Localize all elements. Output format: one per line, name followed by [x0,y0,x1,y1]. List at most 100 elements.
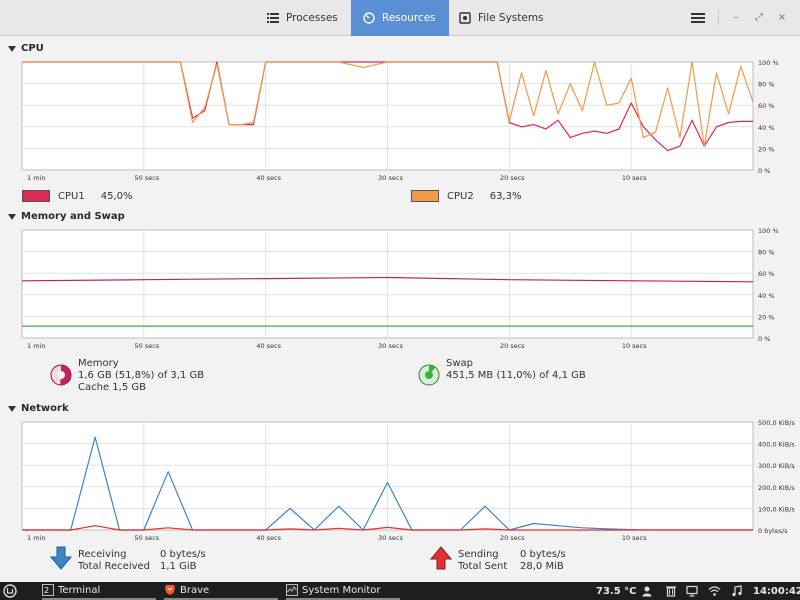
x-tick-label: 10 secs [622,534,647,542]
swap-pie-icon[interactable] [418,364,440,386]
memory-section-header[interactable]: Memory and Swap [8,211,125,222]
tab-processes[interactable]: Processes [257,0,350,36]
temperature-value: 73.5 °C [596,585,637,597]
x-tick-label: 30 secs [378,342,403,350]
y-tick-label: 100 % [758,227,779,235]
y-tick-label: 80 % [758,249,775,257]
swap-info: Swap 451,5 MB (11,0%) of 4,1 GB [446,358,586,382]
menu-icon[interactable] [690,10,706,26]
close-button[interactable]: × [775,10,789,26]
download-arrow-icon[interactable] [50,546,72,570]
display-tray[interactable] [686,582,698,600]
wifi-icon [708,586,721,596]
memory-pie-icon[interactable] [50,364,72,386]
memory-chart: 100 % 80 % 60 % 40 % 20 % 0 % 1 min 50 secs 40 s… [21,227,779,350]
sound-tray[interactable] [731,582,743,600]
disk-icon [459,12,471,24]
section-title: CPU [21,43,44,54]
temperature-readout[interactable]: 73.5 °C [596,582,637,600]
tab-label: Processes [286,12,338,24]
cpu-chart: 100 % 80 % 60 % 40 % 20 % 0 % 1 min 50 secs 40 s… [21,59,779,182]
upload-arrow-icon[interactable] [430,546,452,570]
cpu-section-header[interactable]: CPU [8,43,44,54]
tab-label: File Systems [478,12,544,24]
terminal-icon: 2 [42,584,54,596]
memory-label: Memory [78,358,119,369]
cpu1-name: CPU1 [58,190,85,202]
cpu1-color-swatch[interactable] [22,190,50,202]
y-tick-label: 60 % [758,270,775,278]
sending-value: 0 bytes/s [520,549,566,560]
network-chart: 500,0 KiB/s 400,0 KiB/s 300,0 KiB/s 200,0 K… [21,419,795,542]
tab-file-systems[interactable]: File Systems [449,0,549,36]
receiving-value: 0 bytes/s [160,549,206,560]
taskbar-label: System Monitor [302,584,381,596]
y-tick-label: 20 % [758,313,775,321]
taskbar-label: Brave [180,584,210,596]
cpu2-color-swatch[interactable] [411,190,439,202]
sending-info: Sending Total Sent [458,549,507,573]
x-tick-label: 20 secs [500,534,525,542]
section-title: Memory and Swap [21,211,125,222]
taskbar-brave[interactable]: Brave [164,582,278,600]
gauge-icon [363,12,375,24]
cpu2-legend: CPU2 63,3% [411,190,521,202]
y-tick-label: 400,0 KiB/s [758,441,795,449]
y-tick-label: 100,0 KiB/s [758,505,795,513]
total-received-value: 1,1 GiB [160,561,197,572]
trash-icon [666,586,676,597]
receiving-label: Receiving [78,549,127,560]
start-menu-button[interactable] [3,582,17,600]
x-tick-label: 50 secs [134,174,159,182]
collapse-triangle-icon [8,45,16,52]
network-section-header[interactable]: Network [8,403,69,414]
clock[interactable]: 14:00:42 [753,582,800,600]
taskbar-terminal[interactable]: 2 Terminal [42,582,156,600]
y-tick-label: 40 % [758,124,775,132]
tab-resources[interactable]: Resources [351,0,449,36]
swap-usage: 451,5 MB (11,0%) of 4,1 GB [446,370,586,381]
taskbar-system-monitor[interactable]: System Monitor [286,582,400,600]
y-tick-label: 80 % [758,81,775,89]
swap-label: Swap [446,358,474,369]
x-tick-label: 50 secs [134,534,159,542]
receiving-values: 0 bytes/s 1,1 GiB [160,549,206,573]
minimize-button[interactable]: – [729,10,743,26]
system-monitor-icon [286,584,298,596]
x-tick-label: 40 secs [256,534,281,542]
maximize-button[interactable]: ⤢ [752,10,766,26]
list-icon [267,13,279,23]
tab-label: Resources [382,12,436,24]
x-tick-label: 1 min [27,342,45,350]
total-received-label: Total Received [78,561,151,572]
brave-lion-icon [165,585,175,595]
x-tick-label: 40 secs [256,342,281,350]
cpu2-value: 63,3% [489,190,522,202]
x-tick-label: 10 secs [622,174,647,182]
clock-time: 14:00:42 [753,585,800,597]
x-tick-label: 50 secs [134,342,159,350]
y-tick-label: 20 % [758,145,775,153]
y-tick-label: 300,0 KiB/s [758,462,795,470]
collapse-triangle-icon [8,405,16,412]
collapse-triangle-icon [8,213,16,220]
y-tick-label: 40 % [758,292,775,300]
y-tick-label: 0 bytes/s [758,527,788,535]
x-tick-label: 10 secs [622,342,647,350]
trash-tray[interactable] [665,582,677,600]
music-note-icon [732,585,742,597]
y-tick-label: 0 % [758,167,770,175]
wifi-tray[interactable] [708,582,721,600]
svg-text:2: 2 [44,586,49,595]
user-tray[interactable] [641,582,653,600]
memory-usage: 1,6 GB (51,8%) of 3,1 GB [78,370,205,381]
cpu1-value: 45,0% [100,190,133,202]
x-tick-label: 30 secs [378,174,403,182]
x-tick-label: 30 secs [378,534,403,542]
total-sent-value: 28,0 MiB [520,561,564,572]
y-tick-label: 500,0 KiB/s [758,419,795,427]
user-icon [642,586,652,597]
sending-values: 0 bytes/s 28,0 MiB [520,549,566,573]
separator [718,10,719,26]
x-tick-label: 1 min [27,534,45,542]
